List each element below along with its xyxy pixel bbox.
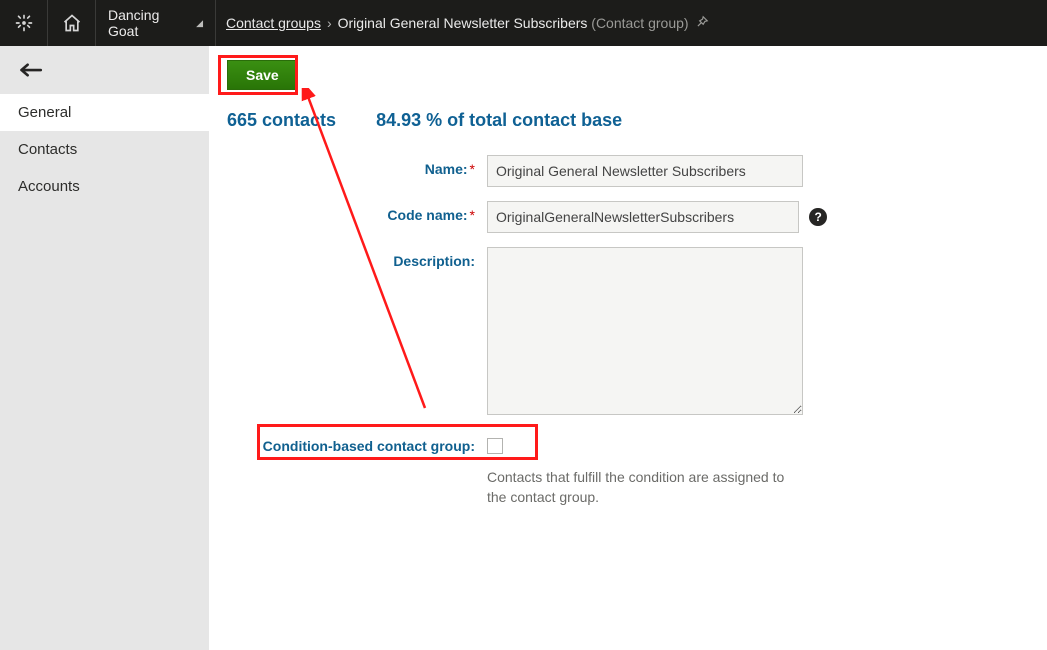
kentico-logo-icon [14, 13, 34, 33]
stats-row: 665 contacts 84.93 % of total contact ba… [209, 104, 1047, 155]
site-name: Dancing Goat [108, 7, 190, 39]
form: Name:* Code name:* ? Description: [209, 155, 1047, 508]
help-icon[interactable]: ? [809, 208, 827, 226]
app-logo[interactable] [0, 0, 48, 46]
home-icon [62, 13, 82, 33]
breadcrumb: Contact groups › Original General Newsle… [216, 0, 1047, 46]
breadcrumb-type: (Contact group) [591, 15, 688, 31]
save-button[interactable]: Save [227, 60, 298, 90]
breadcrumb-current: Original General Newsletter Subscribers [338, 15, 588, 31]
sidebar-item-label: Contacts [18, 141, 77, 158]
description-textarea[interactable] [487, 247, 803, 415]
contacts-percent: 84.93 % of total contact base [376, 110, 622, 131]
sidebar-item-label: Accounts [18, 178, 80, 195]
name-input[interactable] [487, 155, 803, 187]
caret-down-icon: ◢ [196, 18, 203, 29]
topbar: Dancing Goat ◢ Contact groups › Original… [0, 0, 1047, 46]
sidebar: General Contacts Accounts [0, 46, 209, 650]
codename-label: Code name:* [227, 201, 487, 223]
chevron-right-icon: › [327, 15, 332, 31]
codename-input[interactable] [487, 201, 799, 233]
breadcrumb-parent-link[interactable]: Contact groups [226, 15, 321, 31]
back-arrow-icon [18, 60, 46, 80]
sidebar-item-contacts[interactable]: Contacts [0, 131, 209, 168]
contacts-count: 665 contacts [227, 110, 336, 131]
sidebar-item-label: General [18, 104, 71, 121]
sidebar-item-general[interactable]: General [0, 94, 209, 131]
site-selector[interactable]: Dancing Goat ◢ [96, 0, 216, 46]
back-button[interactable] [0, 46, 209, 94]
pin-icon[interactable] [695, 15, 709, 32]
description-label: Description: [227, 247, 487, 269]
main-content: Save 665 contacts 84.93 % of total conta… [209, 46, 1047, 650]
condition-help-text: Contacts that fulfill the condition are … [487, 467, 803, 508]
toolbar: Save [209, 46, 1047, 104]
condition-checkbox[interactable] [487, 438, 503, 454]
sidebar-item-accounts[interactable]: Accounts [0, 168, 209, 205]
name-label: Name:* [227, 155, 487, 177]
condition-label: Condition-based contact group: [227, 432, 487, 454]
home-button[interactable] [48, 0, 96, 46]
